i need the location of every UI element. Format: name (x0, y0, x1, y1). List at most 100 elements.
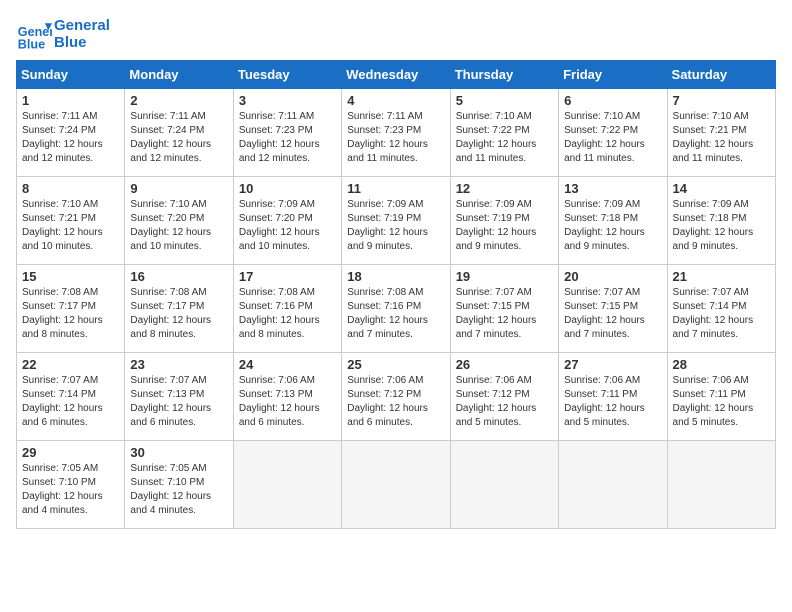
calendar-cell: 7 Sunrise: 7:10 AM Sunset: 7:21 PM Dayli… (667, 89, 775, 177)
calendar-cell: 24 Sunrise: 7:06 AM Sunset: 7:13 PM Dayl… (233, 353, 341, 441)
day-number: 1 (22, 93, 119, 108)
calendar-week-1: 1 Sunrise: 7:11 AM Sunset: 7:24 PM Dayli… (17, 89, 776, 177)
weekday-header-thursday: Thursday (450, 61, 558, 89)
calendar-cell: 22 Sunrise: 7:07 AM Sunset: 7:14 PM Dayl… (17, 353, 125, 441)
day-detail: Sunrise: 7:09 AM Sunset: 7:19 PM Dayligh… (347, 198, 444, 254)
day-number: 24 (239, 357, 336, 372)
day-detail: Sunrise: 7:06 AM Sunset: 7:11 PM Dayligh… (673, 374, 770, 430)
day-number: 12 (456, 181, 553, 196)
day-number: 13 (564, 181, 661, 196)
calendar-cell: 15 Sunrise: 7:08 AM Sunset: 7:17 PM Dayl… (17, 265, 125, 353)
day-detail: Sunrise: 7:11 AM Sunset: 7:23 PM Dayligh… (239, 110, 336, 166)
calendar-cell (233, 441, 341, 529)
day-number: 5 (456, 93, 553, 108)
day-detail: Sunrise: 7:07 AM Sunset: 7:15 PM Dayligh… (456, 286, 553, 342)
weekday-header-saturday: Saturday (667, 61, 775, 89)
calendar-table: SundayMondayTuesdayWednesdayThursdayFrid… (16, 60, 776, 529)
day-detail: Sunrise: 7:09 AM Sunset: 7:18 PM Dayligh… (673, 198, 770, 254)
day-detail: Sunrise: 7:11 AM Sunset: 7:24 PM Dayligh… (130, 110, 227, 166)
weekday-header-sunday: Sunday (17, 61, 125, 89)
day-detail: Sunrise: 7:05 AM Sunset: 7:10 PM Dayligh… (22, 462, 119, 518)
day-detail: Sunrise: 7:10 AM Sunset: 7:21 PM Dayligh… (673, 110, 770, 166)
svg-text:Blue: Blue (18, 37, 45, 51)
weekday-header-tuesday: Tuesday (233, 61, 341, 89)
day-detail: Sunrise: 7:07 AM Sunset: 7:15 PM Dayligh… (564, 286, 661, 342)
calendar-cell: 13 Sunrise: 7:09 AM Sunset: 7:18 PM Dayl… (559, 177, 667, 265)
calendar-cell: 28 Sunrise: 7:06 AM Sunset: 7:11 PM Dayl… (667, 353, 775, 441)
day-number: 29 (22, 445, 119, 460)
calendar-week-2: 8 Sunrise: 7:10 AM Sunset: 7:21 PM Dayli… (17, 177, 776, 265)
calendar-cell: 8 Sunrise: 7:10 AM Sunset: 7:21 PM Dayli… (17, 177, 125, 265)
day-number: 18 (347, 269, 444, 284)
weekday-header-row: SundayMondayTuesdayWednesdayThursdayFrid… (17, 61, 776, 89)
day-number: 2 (130, 93, 227, 108)
weekday-header-monday: Monday (125, 61, 233, 89)
calendar-cell: 17 Sunrise: 7:08 AM Sunset: 7:16 PM Dayl… (233, 265, 341, 353)
calendar-cell: 11 Sunrise: 7:09 AM Sunset: 7:19 PM Dayl… (342, 177, 450, 265)
calendar-cell: 14 Sunrise: 7:09 AM Sunset: 7:18 PM Dayl… (667, 177, 775, 265)
calendar-cell (559, 441, 667, 529)
day-detail: Sunrise: 7:05 AM Sunset: 7:10 PM Dayligh… (130, 462, 227, 518)
day-number: 20 (564, 269, 661, 284)
day-detail: Sunrise: 7:08 AM Sunset: 7:16 PM Dayligh… (239, 286, 336, 342)
calendar-cell: 9 Sunrise: 7:10 AM Sunset: 7:20 PM Dayli… (125, 177, 233, 265)
day-detail: Sunrise: 7:09 AM Sunset: 7:20 PM Dayligh… (239, 198, 336, 254)
calendar-cell: 25 Sunrise: 7:06 AM Sunset: 7:12 PM Dayl… (342, 353, 450, 441)
day-number: 9 (130, 181, 227, 196)
calendar-cell: 27 Sunrise: 7:06 AM Sunset: 7:11 PM Dayl… (559, 353, 667, 441)
calendar-cell: 26 Sunrise: 7:06 AM Sunset: 7:12 PM Dayl… (450, 353, 558, 441)
day-number: 10 (239, 181, 336, 196)
day-detail: Sunrise: 7:11 AM Sunset: 7:24 PM Dayligh… (22, 110, 119, 166)
calendar-cell: 29 Sunrise: 7:05 AM Sunset: 7:10 PM Dayl… (17, 441, 125, 529)
calendar-cell: 18 Sunrise: 7:08 AM Sunset: 7:16 PM Dayl… (342, 265, 450, 353)
logo: General Blue GeneralBlue (16, 16, 110, 52)
calendar-cell: 12 Sunrise: 7:09 AM Sunset: 7:19 PM Dayl… (450, 177, 558, 265)
calendar-cell: 21 Sunrise: 7:07 AM Sunset: 7:14 PM Dayl… (667, 265, 775, 353)
day-number: 8 (22, 181, 119, 196)
day-detail: Sunrise: 7:06 AM Sunset: 7:12 PM Dayligh… (456, 374, 553, 430)
day-detail: Sunrise: 7:08 AM Sunset: 7:17 PM Dayligh… (130, 286, 227, 342)
day-detail: Sunrise: 7:10 AM Sunset: 7:20 PM Dayligh… (130, 198, 227, 254)
day-number: 22 (22, 357, 119, 372)
calendar-cell: 10 Sunrise: 7:09 AM Sunset: 7:20 PM Dayl… (233, 177, 341, 265)
calendar-cell: 1 Sunrise: 7:11 AM Sunset: 7:24 PM Dayli… (17, 89, 125, 177)
day-number: 23 (130, 357, 227, 372)
weekday-header-wednesday: Wednesday (342, 61, 450, 89)
logo-icon: General Blue (16, 16, 52, 52)
day-detail: Sunrise: 7:07 AM Sunset: 7:14 PM Dayligh… (22, 374, 119, 430)
logo-text: GeneralBlue (54, 17, 110, 52)
day-detail: Sunrise: 7:08 AM Sunset: 7:16 PM Dayligh… (347, 286, 444, 342)
day-detail: Sunrise: 7:11 AM Sunset: 7:23 PM Dayligh… (347, 110, 444, 166)
day-number: 14 (673, 181, 770, 196)
calendar-week-3: 15 Sunrise: 7:08 AM Sunset: 7:17 PM Dayl… (17, 265, 776, 353)
day-detail: Sunrise: 7:08 AM Sunset: 7:17 PM Dayligh… (22, 286, 119, 342)
day-number: 30 (130, 445, 227, 460)
calendar-cell: 3 Sunrise: 7:11 AM Sunset: 7:23 PM Dayli… (233, 89, 341, 177)
day-number: 26 (456, 357, 553, 372)
calendar-cell: 4 Sunrise: 7:11 AM Sunset: 7:23 PM Dayli… (342, 89, 450, 177)
day-number: 17 (239, 269, 336, 284)
day-detail: Sunrise: 7:07 AM Sunset: 7:14 PM Dayligh… (673, 286, 770, 342)
calendar-cell: 16 Sunrise: 7:08 AM Sunset: 7:17 PM Dayl… (125, 265, 233, 353)
weekday-header-friday: Friday (559, 61, 667, 89)
page-header: General Blue GeneralBlue (16, 16, 776, 52)
calendar-cell (342, 441, 450, 529)
day-number: 16 (130, 269, 227, 284)
calendar-week-5: 29 Sunrise: 7:05 AM Sunset: 7:10 PM Dayl… (17, 441, 776, 529)
day-number: 3 (239, 93, 336, 108)
day-detail: Sunrise: 7:06 AM Sunset: 7:13 PM Dayligh… (239, 374, 336, 430)
calendar-week-4: 22 Sunrise: 7:07 AM Sunset: 7:14 PM Dayl… (17, 353, 776, 441)
day-detail: Sunrise: 7:10 AM Sunset: 7:22 PM Dayligh… (564, 110, 661, 166)
day-detail: Sunrise: 7:09 AM Sunset: 7:18 PM Dayligh… (564, 198, 661, 254)
calendar-cell (450, 441, 558, 529)
day-detail: Sunrise: 7:10 AM Sunset: 7:22 PM Dayligh… (456, 110, 553, 166)
calendar-cell: 19 Sunrise: 7:07 AM Sunset: 7:15 PM Dayl… (450, 265, 558, 353)
day-number: 6 (564, 93, 661, 108)
day-number: 28 (673, 357, 770, 372)
day-detail: Sunrise: 7:06 AM Sunset: 7:12 PM Dayligh… (347, 374, 444, 430)
calendar-cell: 6 Sunrise: 7:10 AM Sunset: 7:22 PM Dayli… (559, 89, 667, 177)
day-number: 27 (564, 357, 661, 372)
day-number: 21 (673, 269, 770, 284)
calendar-cell: 20 Sunrise: 7:07 AM Sunset: 7:15 PM Dayl… (559, 265, 667, 353)
day-detail: Sunrise: 7:07 AM Sunset: 7:13 PM Dayligh… (130, 374, 227, 430)
